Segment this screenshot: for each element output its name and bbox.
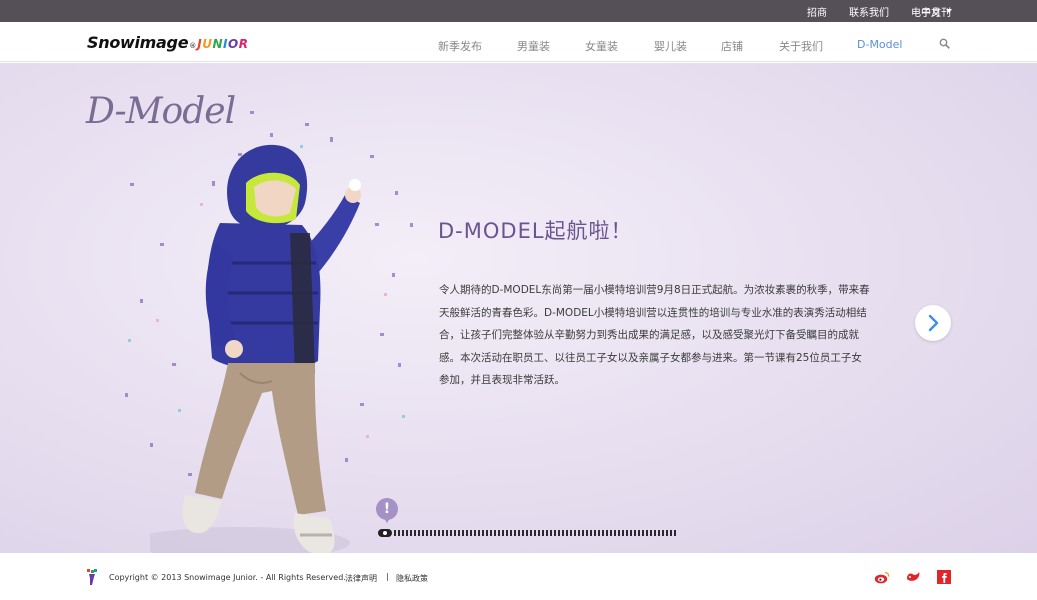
privacy-policy-link[interactable]: 隐私政策 [396,573,428,584]
logo-registered-mark: ® [189,42,197,50]
hero-body-text: 令人期待的D-MODEL东尚第一届小模特培训营9月8日正式起航。为浓妆素裹的秋季… [439,284,870,386]
nav-item-about[interactable]: 关于我们 [779,38,823,54]
main-header: Snowimage ® JUNIOR 新季发布 男童装 女童装 婴儿装 店铺 关… [0,22,1037,62]
logo-brand: Snowimage [87,33,189,52]
nav-item-new-season[interactable]: 新季发布 [438,38,482,54]
nav-item-stores[interactable]: 店铺 [721,38,743,54]
timeline-event-marker[interactable]: ! [376,498,398,523]
language-label: 中文 [921,7,941,19]
next-slide-button[interactable] [915,305,951,341]
search-icon[interactable] [939,38,950,49]
legal-notice-link[interactable]: 法律声明 [345,573,377,584]
top-utility-bar: 招商 联系我们 电子月刊 中文 [0,0,1037,22]
nav-item-baby[interactable]: 婴儿装 [654,38,687,54]
timeline-track[interactable] [394,530,678,536]
site-logo[interactable]: Snowimage ® JUNIOR [87,33,248,52]
caret-down-icon [946,9,952,13]
footer-separator: | [386,572,389,581]
exclamation-icon: ! [383,501,391,517]
site-footer: Copyright © 2013 Snowimage Junior. - All… [0,553,1037,600]
hero-banner: D-Model D-MODEL起航啦！ 令人期待的D-MODEL东尚第一届小模特… [0,63,1037,553]
timeline-scrubber: ! [376,498,680,538]
child-model-image [150,144,361,553]
timeline-handle[interactable] [378,529,392,537]
hero-headline: D-MODEL起航啦！ [438,219,633,243]
nav-item-girls[interactable]: 女童装 [585,38,618,54]
footer-logo-icon [87,569,97,585]
nav-item-boys[interactable]: 男童装 [517,38,550,54]
tencent-weibo-icon[interactable] [905,569,921,585]
nav-item-d-model[interactable]: D-Model [857,38,902,51]
language-selector[interactable]: 中文 [921,0,952,22]
utility-link-contact[interactable]: 联系我们 [849,4,889,19]
chevron-right-icon [928,314,939,332]
logo-junior: JUNIOR [197,37,249,51]
facebook-icon[interactable] [936,569,952,585]
utility-link-investment[interactable]: 招商 [807,4,827,19]
weibo-icon[interactable] [874,569,890,585]
copyright-text: Copyright © 2013 Snowimage Junior. - All… [109,573,346,582]
